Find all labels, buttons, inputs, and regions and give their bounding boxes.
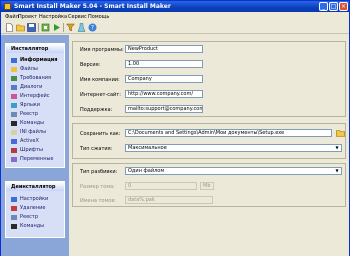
filter-icon[interactable] [66,23,75,32]
test-icon[interactable] [77,23,86,32]
open-folder-icon[interactable] [16,23,25,32]
title-bar: Smart Install Maker 5.04 - Smart Install… [1,1,349,12]
menu-service[interactable]: Сервис [68,14,87,20]
website-label: Интернет-сайт: [80,92,121,98]
dialogs-icon [11,85,17,90]
toolbar-separator [38,23,39,32]
sidebar-item-activex[interactable]: ActiveX [6,137,64,146]
registry-icon [11,215,17,220]
app-window: Smart Install Maker 5.04 - Smart Install… [0,0,350,256]
ini-files-icon [11,130,17,135]
chevron-down-icon: ▼ [335,145,339,150]
variables-icon [11,157,17,162]
split-type-select[interactable]: Один файлом ▼ [125,167,342,175]
installer-panel: Инсталлятор Информация Файлы Требования … [5,43,65,168]
activex-icon [11,139,17,144]
fonts-icon [11,148,17,153]
maximize-button[interactable]: □ [329,2,338,11]
save-as-field[interactable]: C:\Documents and Settings\Admin\Мои доку… [125,129,332,137]
sidebar-item-ini-files[interactable]: INI файлы [6,128,64,137]
support-label: Поддержка: [80,107,113,113]
output-group: Сохранить как: C:\Documents and Settings… [72,123,346,159]
toolbar: ? [1,21,349,34]
menu-bar: Файл Проект Настройка Сервис Помощь [1,12,349,21]
shortcuts-icon [11,103,17,108]
menu-file[interactable]: Файл [5,14,19,20]
sidebar: Инсталлятор Информация Файлы Требования … [1,35,69,256]
sidebar-item-files[interactable]: Файлы [6,65,64,74]
uninstaller-panel-title: Деинсталлятор [6,182,64,191]
sidebar-item-uninstall-commands[interactable]: Команды [6,222,64,231]
sidebar-item-fonts[interactable]: Шрифты [6,146,64,155]
volume-unit-select[interactable]: Mb [200,182,214,190]
new-file-icon[interactable] [5,23,14,32]
requirements-icon [11,76,17,81]
company-field[interactable]: Company [125,75,203,83]
close-button[interactable]: × [339,2,348,11]
split-group: Тип разбивки: Один файлом ▼ Размер тома:… [72,163,346,207]
browse-folder-icon[interactable] [336,129,345,137]
version-label: Версия: [80,62,101,68]
sidebar-item-commands[interactable]: Команды [6,119,64,128]
commands-icon [11,121,17,126]
sidebar-item-registry[interactable]: Реестр [6,110,64,119]
menu-project[interactable]: Проект [18,14,37,20]
volume-size-field[interactable]: 0 [125,182,197,190]
menu-help[interactable]: Помощь [88,14,109,20]
website-field[interactable]: http://www.company.com/ [125,90,203,98]
sidebar-item-uninstall-removal[interactable]: Удаление [6,204,64,213]
main-content: Имя программы: NewProduct Версия: 1.00 И… [69,35,349,256]
program-name-field[interactable]: NewProduct [125,45,203,53]
installer-panel-title: Инсталлятор [6,44,64,53]
registry-icon [11,112,17,117]
sidebar-item-requirements[interactable]: Требования [6,74,64,83]
minimize-button[interactable]: _ [319,2,328,11]
sidebar-item-variables[interactable]: Переменные [6,155,64,164]
info-icon [11,58,17,63]
app-icon [4,3,11,10]
volume-size-label: Размер тома: [80,184,115,190]
volume-name-field[interactable]: data%.pak [125,196,213,204]
sidebar-item-dialogs[interactable]: Диалоги [6,83,64,92]
sidebar-item-uninstall-settings[interactable]: Настройки [6,195,64,204]
save-icon[interactable] [27,23,36,32]
sidebar-item-info[interactable]: Информация [6,56,64,65]
help-icon[interactable]: ? [88,23,97,32]
settings-icon [11,197,17,202]
sidebar-item-shortcuts[interactable]: Ярлыки [6,101,64,110]
run-icon[interactable] [52,23,61,32]
version-field[interactable]: 1.00 [125,60,203,68]
files-icon [11,67,17,72]
toolbar-separator [63,23,64,32]
company-label: Имя компании: [80,77,120,83]
interface-icon [11,94,17,99]
uninstaller-panel: Деинсталлятор Настройки Удаление Реестр … [5,181,65,238]
sidebar-item-uninstall-registry[interactable]: Реестр [6,213,64,222]
remove-icon [11,206,17,211]
commands-icon [11,224,17,229]
compression-select[interactable]: Максимальное ▼ [125,144,342,152]
svg-text:?: ? [91,25,94,32]
save-as-label: Сохранить как: [80,131,121,137]
sidebar-item-interface[interactable]: Интерфейс [6,92,64,101]
build-icon[interactable] [41,23,50,32]
support-field[interactable]: mailto:support@company.com [125,105,203,113]
program-info-group: Имя программы: NewProduct Версия: 1.00 И… [72,41,346,117]
menu-settings[interactable]: Настройка [39,14,67,20]
split-type-label: Тип разбивки: [80,169,118,175]
volume-name-label: Имена томов: [80,198,116,204]
compression-label: Тип сжатия: [80,146,113,152]
chevron-down-icon: ▼ [335,168,339,173]
window-title: Smart Install Maker 5.04 - Smart Install… [14,3,171,10]
program-name-label: Имя программы: [80,47,124,53]
